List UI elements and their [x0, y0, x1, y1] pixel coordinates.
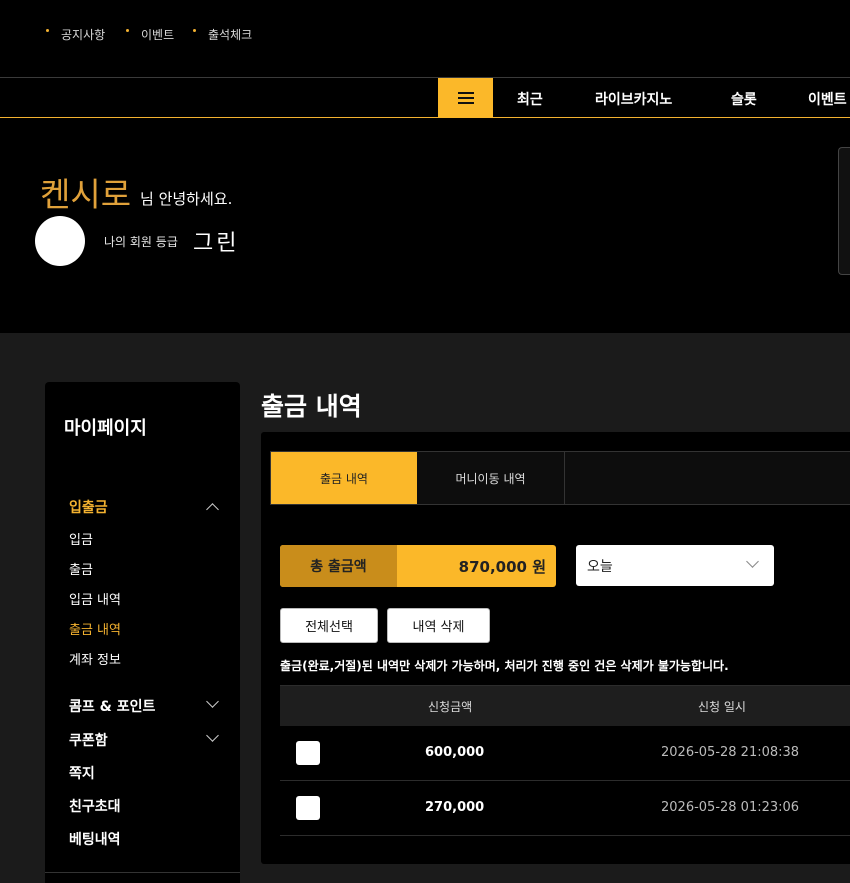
- row-checkbox[interactable]: [296, 796, 320, 820]
- row-amount: 600,000: [425, 745, 485, 760]
- tab-withdraw-history[interactable]: 출금 내역: [271, 452, 417, 504]
- column-header-amount: 신청금액: [428, 700, 473, 714]
- row-date: 2026-05-28 21:08:38: [661, 745, 800, 760]
- nav-item-event[interactable]: 이벤트: [808, 89, 847, 109]
- table-header: 신청금액 신청 일시: [280, 685, 850, 726]
- delete-history-button[interactable]: 내역 삭제: [387, 608, 490, 643]
- grade-label: 나의 회원 등급: [104, 235, 178, 249]
- delete-notice: 출금(완료,거절)된 내역만 삭제가 가능하며, 처리가 진행 중인 건은 삭제…: [280, 659, 729, 673]
- sidebar-item-deposit-history[interactable]: 입금 내역: [69, 589, 121, 608]
- sidebar-section-deposit-withdraw[interactable]: 입출금: [69, 497, 108, 517]
- sidebar-item-account-info[interactable]: 계좌 정보: [69, 649, 121, 668]
- sidebar-item-withdraw-history[interactable]: 출금 내역: [69, 619, 121, 638]
- total-withdraw-box: 총 출금액 870,000 원: [280, 545, 556, 587]
- main-nav: 최근 라이브카지노 슬롯 이벤트: [0, 77, 850, 118]
- tab-bar: 출금 내역 머니이동 내역: [270, 451, 850, 505]
- profile-banner: 켄시로 님 안녕하세요. 나의 회원 등급 그린: [0, 118, 850, 333]
- period-select[interactable]: 오늘: [576, 545, 774, 586]
- tab-money-transfer-history[interactable]: 머니이동 내역: [417, 452, 565, 504]
- nav-item-live-casino[interactable]: 라이브카지노: [595, 89, 672, 109]
- grade-value: 그린: [193, 231, 240, 256]
- row-amount: 270,000: [425, 800, 485, 815]
- page-title: 출금 내역: [261, 392, 362, 421]
- menu-button[interactable]: [438, 78, 493, 118]
- mypage-area: 마이페이지 입출금 입금 출금 입금 내역 출금 내역 계좌 정보 콤프 & 포…: [0, 333, 850, 883]
- top-link-attendance[interactable]: 출석체크: [208, 26, 252, 43]
- chevron-down-icon[interactable]: [206, 695, 219, 708]
- sidebar-item-withdraw[interactable]: 출금: [69, 559, 93, 578]
- bullet-icon: [193, 29, 196, 32]
- sidebar-section-messages[interactable]: 쪽지: [69, 763, 95, 783]
- sidebar-section-coupon[interactable]: 쿠폰함: [69, 730, 108, 750]
- sidebar-section-invite[interactable]: 친구초대: [69, 796, 121, 816]
- top-link-notice[interactable]: 공지사항: [61, 26, 105, 43]
- withdraw-history-panel: 출금 내역 머니이동 내역 총 출금액 870,000 원 오늘 전체선택 내역…: [261, 432, 850, 864]
- nav-item-slot[interactable]: 슬롯: [731, 89, 757, 109]
- period-select-value: 오늘: [587, 559, 613, 575]
- row-checkbox[interactable]: [296, 741, 320, 765]
- total-withdraw-amount: 870,000 원: [458, 558, 546, 576]
- username: 켄시로: [40, 175, 132, 214]
- sidebar-title: 마이페이지: [64, 418, 147, 439]
- total-withdraw-label: 총 출금액: [280, 545, 397, 587]
- column-header-date: 신청 일시: [698, 700, 746, 714]
- chevron-down-icon: [746, 555, 759, 568]
- table-row: 600,000 2026-05-28 21:08:38: [280, 726, 850, 781]
- sidebar-divider: [45, 872, 240, 873]
- top-link-event[interactable]: 이벤트: [141, 26, 174, 43]
- avatar: [35, 216, 85, 266]
- chevron-up-icon[interactable]: [206, 503, 219, 516]
- table-row: 270,000 2026-05-28 01:23:06: [280, 781, 850, 836]
- bullet-icon: [126, 29, 129, 32]
- sidebar-section-comp-point[interactable]: 콤프 & 포인트: [69, 696, 155, 716]
- sidebar: 마이페이지 입출금 입금 출금 입금 내역 출금 내역 계좌 정보 콤프 & 포…: [45, 382, 240, 883]
- sidebar-section-betting-history[interactable]: 베팅내역: [69, 829, 121, 849]
- side-panel-edge[interactable]: [838, 147, 850, 275]
- nav-item-recent[interactable]: 최근: [517, 89, 543, 109]
- chevron-down-icon[interactable]: [206, 729, 219, 742]
- bullet-icon: [46, 29, 49, 32]
- hamburger-icon: [457, 92, 474, 104]
- greeting-text: 님 안녕하세요.: [140, 190, 233, 208]
- sidebar-item-deposit[interactable]: 입금: [69, 529, 93, 548]
- top-utility-bar: 공지사항 이벤트 출석체크: [0, 0, 850, 78]
- select-all-button[interactable]: 전체선택: [280, 608, 378, 643]
- row-date: 2026-05-28 01:23:06: [661, 800, 800, 815]
